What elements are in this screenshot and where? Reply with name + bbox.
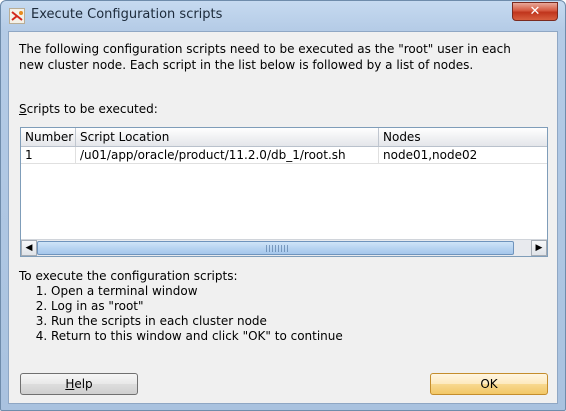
scroll-left-button[interactable]: ◀ bbox=[21, 240, 37, 256]
instruction-step: Return to this window and click "OK" to … bbox=[51, 329, 343, 344]
instructions-list: Open a terminal window Log in as "root" … bbox=[19, 284, 343, 344]
arrow-left-icon: ◀ bbox=[25, 243, 33, 253]
instructions: To execute the configuration scripts: Op… bbox=[19, 269, 343, 344]
scripts-label-accelerator: S bbox=[19, 102, 27, 116]
table-row[interactable]: 1 /u01/app/oracle/product/11.2.0/db_1/ro… bbox=[21, 147, 547, 164]
ok-button[interactable]: OK bbox=[430, 373, 548, 395]
dialog-window: Execute Configuration scripts ✕ The foll… bbox=[0, 0, 566, 411]
table-header: Number Script Location Nodes bbox=[21, 128, 547, 147]
instruction-step: Open a terminal window bbox=[51, 284, 343, 299]
oracle-installer-icon bbox=[9, 8, 25, 24]
grip-icon bbox=[266, 245, 288, 252]
column-header-script-location[interactable]: Script Location bbox=[76, 128, 379, 146]
scripts-label: Scripts to be executed: bbox=[19, 102, 158, 116]
scroll-right-button[interactable]: ▶ bbox=[531, 240, 547, 256]
scrollbar-thumb[interactable] bbox=[37, 241, 514, 255]
description-text: The following configuration scripts need… bbox=[19, 42, 511, 72]
cell-script-location: /u01/app/oracle/product/11.2.0/db_1/root… bbox=[76, 147, 379, 163]
close-button[interactable]: ✕ bbox=[512, 2, 558, 21]
column-header-number[interactable]: Number bbox=[21, 128, 76, 146]
scripts-label-text: cripts to be executed: bbox=[26, 102, 158, 116]
horizontal-scrollbar[interactable]: ◀ ▶ bbox=[21, 239, 547, 256]
cell-number: 1 bbox=[21, 147, 76, 163]
scripts-table[interactable]: Number Script Location Nodes 1 /u01/app/… bbox=[20, 127, 548, 257]
column-header-nodes[interactable]: Nodes bbox=[379, 128, 547, 146]
instructions-heading: To execute the configuration scripts: bbox=[19, 269, 238, 283]
window-title: Execute Configuration scripts bbox=[31, 7, 223, 22]
help-button-accelerator: H bbox=[65, 377, 75, 391]
title-bar[interactable]: Execute Configuration scripts ✕ bbox=[1, 1, 565, 31]
arrow-right-icon: ▶ bbox=[535, 243, 543, 253]
instruction-step: Log in as "root" bbox=[51, 299, 343, 314]
help-button[interactable]: Help bbox=[20, 373, 138, 395]
dialog-content: The following configuration scripts need… bbox=[8, 31, 558, 404]
help-button-label: elp bbox=[74, 377, 93, 391]
instruction-step: Run the scripts in each cluster node bbox=[51, 314, 343, 329]
close-icon: ✕ bbox=[529, 4, 541, 19]
cell-nodes: node01,node02 bbox=[383, 148, 478, 162]
